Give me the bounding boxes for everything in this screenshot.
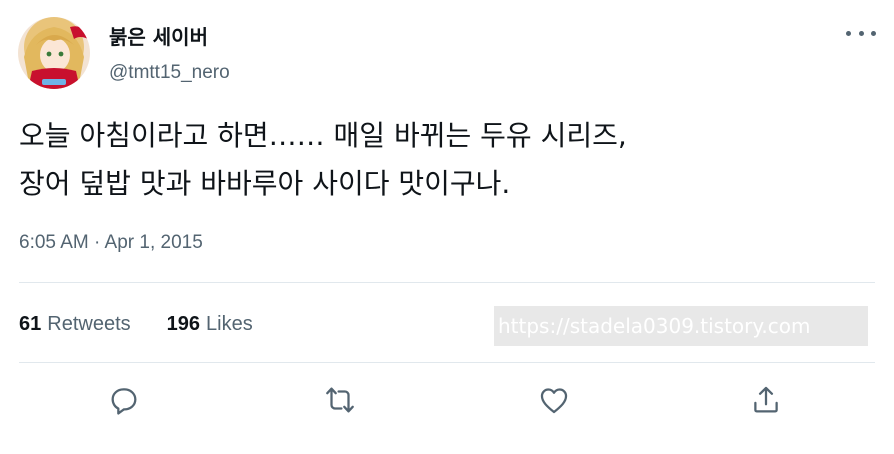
user-handle[interactable]: @tmtt15_nero bbox=[109, 60, 230, 86]
reply-button[interactable] bbox=[104, 380, 144, 420]
tweet-text-line: 오늘 아침이라고 하면…… 매일 바뀌는 두유 시리즈, bbox=[19, 119, 627, 152]
divider bbox=[19, 282, 875, 283]
dot bbox=[858, 30, 864, 36]
retweet-button[interactable] bbox=[320, 380, 360, 420]
share-button[interactable] bbox=[746, 380, 786, 420]
reply-icon bbox=[111, 388, 137, 415]
share-icon bbox=[754, 386, 778, 413]
tweet-text-line: 장어 덮밥 맛과 바바루아 사이다 맛이구나. bbox=[19, 167, 511, 200]
tweet-stats: 61 Retweets 196 Likes bbox=[19, 310, 289, 338]
retweets-count: 61 bbox=[19, 313, 42, 335]
display-name[interactable]: 붉은 세이버 bbox=[109, 23, 208, 51]
avatar[interactable] bbox=[18, 17, 90, 89]
watermark: https://stadela0309.tistory.com bbox=[494, 306, 868, 346]
tweet-timestamp[interactable]: 6:05 AM · Apr 1, 2015 bbox=[19, 229, 203, 257]
dot bbox=[871, 30, 876, 36]
action-bar bbox=[0, 380, 894, 424]
retweets-stat[interactable]: 61 Retweets bbox=[19, 310, 131, 338]
retweets-label: Retweets bbox=[47, 313, 131, 335]
like-button[interactable] bbox=[534, 380, 574, 420]
heart-icon bbox=[540, 388, 568, 414]
likes-count: 196 bbox=[166, 313, 200, 335]
retweet-icon bbox=[326, 387, 354, 413]
more-horizontal-icon[interactable] bbox=[846, 22, 876, 44]
likes-stat[interactable]: 196 Likes bbox=[167, 310, 253, 338]
likes-label: Likes bbox=[206, 313, 253, 335]
divider bbox=[19, 362, 875, 363]
tweet-text: 오늘 아침이라고 하면…… 매일 바뀌는 두유 시리즈, 장어 덮밥 맛과 바바… bbox=[19, 112, 879, 208]
dot bbox=[846, 30, 851, 36]
tweet-card: 붉은 세이버 @tmtt15_nero 오늘 아침이라고 하면…… 매일 바뀌는… bbox=[0, 0, 894, 454]
